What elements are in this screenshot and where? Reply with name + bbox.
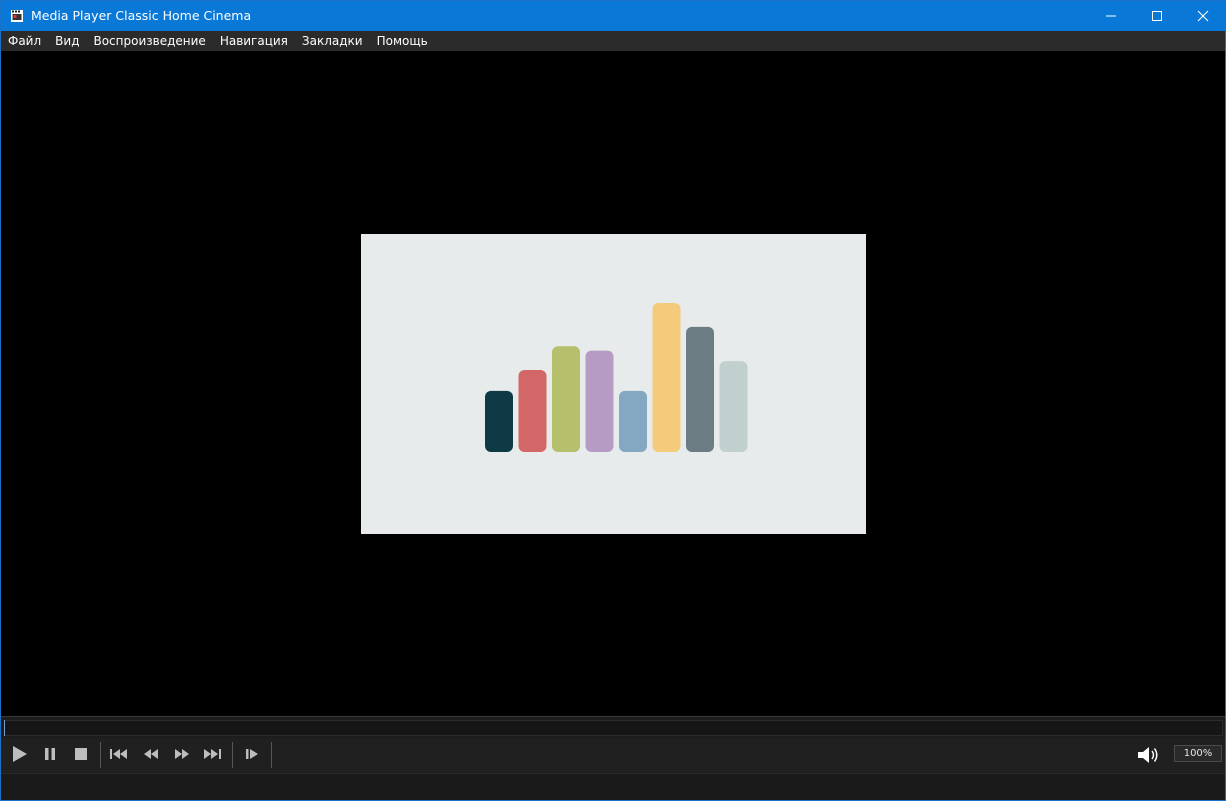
video-bar (686, 326, 714, 452)
menu-file[interactable]: Файл (1, 31, 48, 51)
fast-forward-button[interactable] (169, 743, 195, 765)
video-bar (719, 361, 748, 452)
status-bar (1, 773, 1225, 800)
seek-bar[interactable] (1, 716, 1225, 739)
toolbar-separator (271, 742, 272, 768)
title-bar[interactable]: Media Player Classic Home Cinema (1, 1, 1225, 31)
seek-thumb[interactable] (4, 720, 5, 736)
minimize-icon (1106, 15, 1116, 17)
pause-icon (45, 748, 55, 760)
frame-step-button[interactable] (239, 743, 265, 765)
stop-button[interactable] (68, 743, 94, 765)
video-bar (518, 370, 547, 452)
maximize-icon (1152, 11, 1162, 21)
control-toolbar: 100% (1, 738, 1225, 773)
stop-icon (75, 748, 87, 760)
play-button[interactable] (6, 743, 32, 765)
maximize-button[interactable] (1134, 1, 1180, 31)
seek-track[interactable] (4, 720, 1223, 736)
video-content (485, 303, 748, 452)
fast-forward-icon (175, 749, 189, 759)
skip-back-icon (110, 749, 127, 759)
video-frame (361, 234, 866, 534)
volume-icon[interactable] (1135, 743, 1161, 767)
menu-bar: Файл Вид Воспроизведение Навигация Закла… (1, 31, 1225, 51)
rewind-button[interactable] (138, 743, 164, 765)
video-bar (619, 390, 647, 452)
player-window: Media Player Classic Home Cinema Файл Ви… (0, 0, 1226, 801)
menu-view[interactable]: Вид (48, 31, 86, 51)
previous-button[interactable] (106, 743, 132, 765)
rewind-icon (144, 749, 158, 759)
menu-navigate[interactable]: Навигация (213, 31, 295, 51)
video-bar (652, 303, 681, 452)
video-bar (585, 350, 614, 452)
menu-help[interactable]: Помощь (370, 31, 435, 51)
frame-step-icon (246, 749, 258, 759)
volume-level[interactable]: 100% (1174, 745, 1222, 762)
menu-favorites[interactable]: Закладки (295, 31, 370, 51)
video-bar (485, 390, 513, 452)
app-icon (11, 10, 23, 22)
play-icon (13, 746, 27, 762)
skip-forward-icon (204, 749, 221, 759)
pause-button[interactable] (37, 743, 63, 765)
toolbar-separator (232, 742, 233, 768)
window-title: Media Player Classic Home Cinema (31, 8, 252, 23)
toolbar-separator (100, 742, 101, 768)
minimize-button[interactable] (1088, 1, 1134, 31)
close-button[interactable] (1180, 1, 1225, 31)
menu-play[interactable]: Воспроизведение (86, 31, 212, 51)
close-icon (1197, 10, 1209, 22)
next-button[interactable] (199, 743, 225, 765)
video-area[interactable] (1, 51, 1225, 716)
video-bar (552, 346, 580, 452)
